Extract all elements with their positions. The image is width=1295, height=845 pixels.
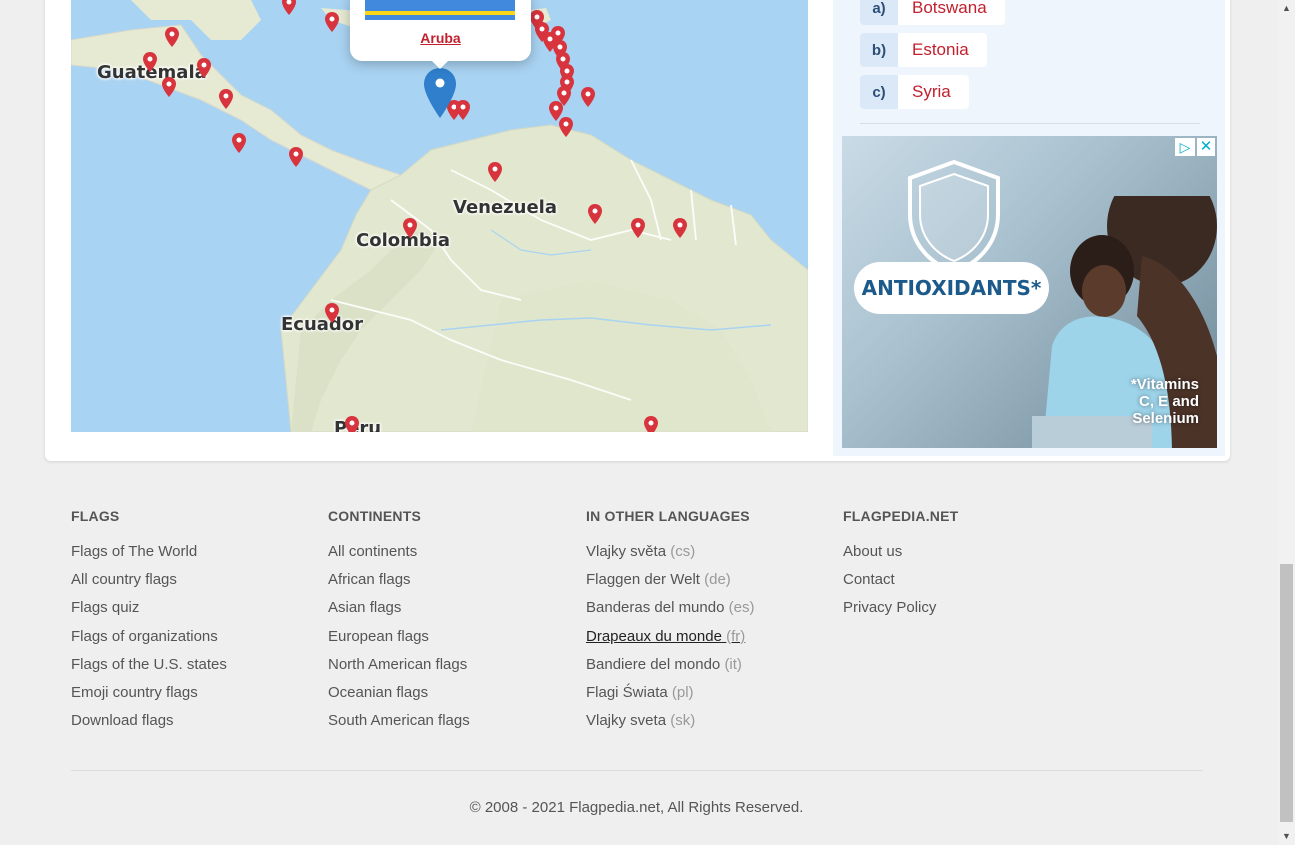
page-scrollbar[interactable]: ▲ ▼ [1278,0,1295,845]
footer-site-column: FLAGPEDIA.NET About us Contact Privacy P… [843,508,1093,628]
map-pin[interactable] [325,12,339,32]
popup-country-link[interactable]: Aruba [350,30,531,46]
map-pin[interactable] [197,58,211,78]
map-pin[interactable] [488,162,502,182]
quiz-option-answer: Syria [912,82,951,101]
footer-heading: CONTINENTS [328,508,421,524]
map-pin[interactable] [631,218,645,238]
footer-divider [71,770,1203,771]
map-label-ecuador: Ecuador [281,314,364,335]
footer-heading: FLAGPEDIA.NET [843,508,959,524]
footer-language-link[interactable]: Banderas del mundo (es) [586,599,754,616]
footer-link[interactable]: European flags [328,628,429,645]
footer-languages-column: IN OTHER LANGUAGES Vlajky světa (cs) Fla… [586,508,836,740]
scrollbar-thumb[interactable] [1280,564,1293,822]
map-pin[interactable] [456,100,470,120]
map-pin[interactable] [588,204,602,224]
map-pin[interactable] [232,133,246,153]
footer-heading: FLAGS [71,508,120,524]
adchoices-icon[interactable]: ▷ [1175,138,1195,156]
map-pin[interactable] [282,0,296,15]
map-pin[interactable] [673,218,687,238]
quiz-panel: a) Botswana b) Estonia c) Syria ANTIOXID… [833,0,1225,456]
quiz-option-letter: c) [860,75,898,109]
ad-headline: ANTIOXIDANTS* [854,262,1049,314]
footer-language-link[interactable]: Flaggen der Welt (de) [586,571,731,588]
footer-language-link[interactable]: Vlajky sveta (sk) [586,712,695,729]
footer-link[interactable]: Contact [843,571,895,588]
footer-link[interactable]: All continents [328,543,417,560]
quiz-option-b[interactable]: b) Estonia [860,33,987,67]
map-pin[interactable] [162,77,176,97]
map-label-venezuela: Venezuela [453,197,557,218]
footer-link[interactable]: Oceanian flags [328,684,428,701]
quiz-option-c[interactable]: c) Syria [860,75,969,109]
quiz-option-answer: Estonia [912,40,969,59]
quiz-option-answer: Botswana [912,0,987,17]
map-pin[interactable] [559,117,573,137]
footer-link[interactable]: North American flags [328,656,467,673]
footer-link[interactable]: Download flags [71,712,174,729]
ad-footnote: *Vitamins C, E and Selenium [1130,376,1199,427]
footer-language-link[interactable]: Flagi Świata (pl) [586,684,694,701]
footer-heading: IN OTHER LANGUAGES [586,508,750,524]
map-pin[interactable] [289,147,303,167]
close-icon[interactable]: ✕ [1197,138,1215,156]
quiz-option-letter: b) [860,33,898,67]
map-pin[interactable] [325,303,339,323]
quiz-divider [860,123,1200,124]
map-pin[interactable] [581,87,595,107]
map-pin[interactable] [345,416,359,432]
footer-link[interactable]: Flags of organizations [71,628,218,645]
footer-link[interactable]: Flags of The World [71,543,197,560]
quiz-option-letter: a) [860,0,898,25]
footer-link[interactable]: Emoji country flags [71,684,198,701]
map-pin[interactable] [219,89,233,109]
footer-link[interactable]: Flags quiz [71,599,139,616]
popup-tail [431,60,449,69]
popup-flag [365,0,515,20]
scroll-down-arrow-icon[interactable]: ▼ [1278,828,1295,845]
map-pin[interactable] [644,416,658,432]
footer-flags-column: FLAGS Flags of The World All country fla… [71,508,321,740]
footer-language-link[interactable]: Bandiere del mondo (it) [586,656,742,673]
map-pin[interactable] [143,52,157,72]
shield-icon [908,159,1000,275]
footer-link[interactable]: African flags [328,571,411,588]
selected-map-pin[interactable] [424,68,456,118]
copyright-text: © 2008 - 2021 Flagpedia.net, All Rights … [469,799,804,816]
advertisement[interactable]: ANTIOXIDANTS* *Vitamins C, E and Seleniu… [842,136,1217,448]
footer-language-link-hovered[interactable]: Drapeaux du monde (fr) [586,628,745,645]
footer-link[interactable]: Flags of the U.S. states [71,656,227,673]
footer-link[interactable]: Privacy Policy [843,599,936,616]
footer-continents-column: CONTINENTS All continents African flags … [328,508,578,740]
footer-link[interactable]: Asian flags [328,599,401,616]
scroll-up-arrow-icon[interactable]: ▲ [1278,0,1295,17]
map-pin[interactable] [165,27,179,47]
footer-language-link[interactable]: Vlajky světa (cs) [586,543,695,560]
footer-link[interactable]: South American flags [328,712,470,729]
footer-link[interactable]: About us [843,543,902,560]
footer-link[interactable]: All country flags [71,571,177,588]
map-pin[interactable] [403,218,417,238]
world-map[interactable]: Guatemala Venezuela Colombia Ecuador Per… [71,0,808,432]
map-popup: Aruba [350,0,531,61]
quiz-option-a[interactable]: a) Botswana [860,0,1005,25]
